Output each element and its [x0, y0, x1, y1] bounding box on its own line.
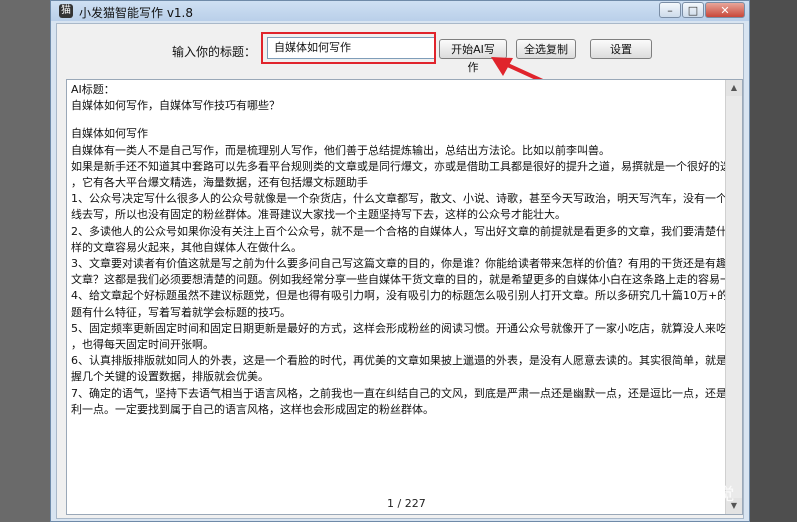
text-line: AI标题：: [71, 83, 115, 96]
text-line: 利一点。一定要找到属于自己的语言风格，这样也会形成固定的粉丝群体。: [71, 402, 434, 416]
text-line: ，也得每天固定时间开张啊。: [71, 338, 214, 352]
text-line: 4、给文章起个好标题虽然不建议标题党，但是也得有吸引力啊，没有吸引力的标题怎么吸…: [71, 289, 740, 303]
annotation-highlight-box: [261, 32, 436, 64]
text-line: 自媒体有一类人不是自己写作，而是梳理别人写作，他们善于总结提炼输出，总结出方法论…: [71, 143, 610, 157]
text-line: 6、认真排版排版就如同人的外表，这是一个看脸的时代，再优美的文章如果披上邋遢的外…: [71, 354, 738, 368]
text-line: 样的文章容易火起来，其他自媒体人在做什么。: [71, 240, 302, 254]
text-line: ，它有各大平台爆文精选，海量数据，还有包括爆文标题助手: [71, 176, 368, 190]
editor-scrollbar[interactable]: ▲ ▼: [725, 80, 742, 514]
title-input-label: 输入你的标题：: [172, 45, 257, 59]
window-title: 小发猫智能写作 v1.8: [79, 6, 194, 20]
text-line: 3、文章要对读者有价值这就是写之前为什么要多问自己写这篇文章的目的，你是谁？你能…: [71, 257, 738, 271]
text-line: 2、多读他人的公众号如果你没有关注上百个公众号，就不是一个合格的自媒体人，写出好…: [71, 224, 738, 238]
page-indicator: 1 / 227: [387, 497, 426, 510]
app-window: 猫 小发猫智能写作 v1.8 – □ ✕ 输入你的标题： 自媒体如何写作 开始A…: [50, 0, 750, 522]
article-text: AI标题： 自媒体如何写作，自媒体写作技巧有哪些？ 自媒体如何写作 自媒体有一类人…: [71, 82, 743, 418]
cat-icon: 猫: [59, 4, 73, 18]
text-line: 文章？这都是我们必须要想清楚的问题。例如我经常分享一些自媒体干货文章的目的，就是…: [71, 273, 743, 287]
client-area: 输入你的标题： 自媒体如何写作 开始AI写作 全选复制 设置 AI标题： 自媒体如…: [56, 23, 744, 519]
maximize-button[interactable]: □: [682, 2, 704, 18]
text-line: 题有什么特征，写着写着就学会标题的技巧。: [71, 305, 291, 319]
text-line: 握几个关键的设置数据，排版就会优美。: [71, 370, 269, 384]
watermark: 知乎 @阿米的感觉: [585, 485, 736, 505]
title-bar[interactable]: 猫 小发猫智能写作 v1.8 – □ ✕: [51, 1, 749, 21]
scroll-up-icon[interactable]: ▲: [726, 80, 742, 96]
article-editor[interactable]: AI标题： 自媒体如何写作，自媒体写作技巧有哪些？ 自媒体如何写作 自媒体有一类人…: [66, 79, 743, 515]
text-line: 自媒体如何写作: [71, 127, 148, 141]
minimize-button[interactable]: –: [659, 2, 681, 18]
close-button[interactable]: ✕: [705, 2, 745, 18]
text-line: 如果是新手还不知道其中套路可以先多看平台规则类的文章或是同行爆文，亦或是借助工具…: [71, 159, 742, 173]
text-line: 线去写，所以也没有固定的粉丝群体。准哥建议大家找一个主题坚持写下去，这样的公众号…: [71, 208, 566, 222]
text-line: 自媒体如何写作，自媒体写作技巧有哪些？: [71, 99, 280, 113]
text-line: 5、固定频率更新固定时间和固定日期更新是最好的方式，这样会形成粉丝的阅读习惯。开…: [71, 321, 738, 335]
background-right: [747, 0, 797, 522]
text-line: [71, 114, 721, 126]
text-line: 1、公众号决定写什么很多人的公众号就像是一个杂货店，什么文章都写，散文、小说、诗…: [71, 192, 738, 206]
text-line: 7、确定的语气，坚持下去语气相当于语言风格，之前我也一直在纠结自己的文风，到底是…: [71, 386, 738, 400]
